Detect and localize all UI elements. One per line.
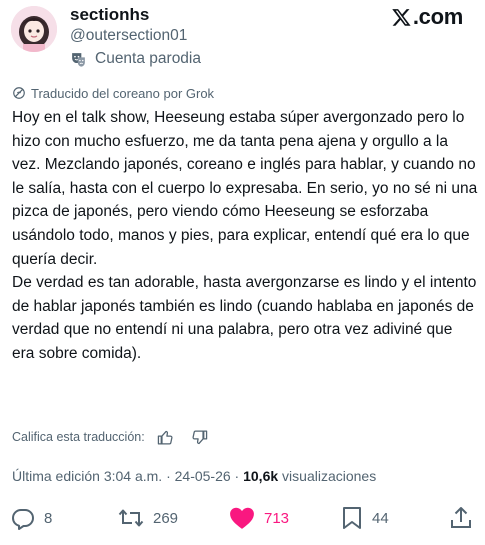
thumbs-up-icon xyxy=(157,430,173,445)
reply-icon xyxy=(12,509,34,530)
logo-domain-text: .com xyxy=(412,4,463,29)
thumbs-down-button[interactable] xyxy=(188,428,212,446)
repost-button[interactable]: 269 xyxy=(118,503,178,533)
post-text: Hoy en el talk show, Heeseung estaba súp… xyxy=(12,106,478,366)
x-logo-icon xyxy=(392,9,411,26)
views-label: visualizaciones xyxy=(278,468,377,484)
repost-icon xyxy=(118,509,144,527)
action-bar: 8 269 713 44 xyxy=(0,503,485,533)
edited-timestamp[interactable]: Última edición 3:04 a.m. · 24-05-26 · xyxy=(12,468,243,484)
repost-count: 269 xyxy=(153,509,179,527)
share-icon xyxy=(451,507,471,528)
bookmark-count: 44 xyxy=(372,509,389,527)
bookmark-button[interactable]: 44 xyxy=(341,503,389,533)
translation-label: Traducido del coreano por Grok xyxy=(31,85,215,101)
avatar[interactable] xyxy=(11,6,57,52)
views-count: 10,6k xyxy=(243,468,279,484)
theater-mask-icon xyxy=(72,52,85,67)
post-meta: Última edición 3:04 a.m. · 24-05-26 · 10… xyxy=(12,468,376,484)
thumbs-up-button[interactable] xyxy=(154,428,178,446)
translation-notice: Traducido del coreano por Grok xyxy=(12,84,214,102)
author-handle[interactable]: @outersection01 xyxy=(70,27,187,45)
post-header: sectionhs @outersection01 Cuenta parodia… xyxy=(0,0,485,76)
rate-translation: Califica esta traducción: xyxy=(12,428,222,446)
author-display-name[interactable]: sectionhs xyxy=(70,5,149,25)
avatar-illustration xyxy=(11,6,57,52)
thumbs-down-icon xyxy=(192,429,208,444)
share-button[interactable] xyxy=(450,503,472,533)
like-button[interactable]: 713 xyxy=(229,503,289,533)
grok-icon xyxy=(13,87,25,99)
parody-label: Cuenta parodia xyxy=(95,50,201,67)
post-paragraph: Hoy en el talk show, Heeseung estaba súp… xyxy=(12,109,478,268)
rate-translation-label: Califica esta traducción: xyxy=(12,430,145,444)
bookmark-icon xyxy=(343,507,361,529)
reply-count: 8 xyxy=(44,509,53,527)
post-paragraph: De verdad es tan adorable, hasta avergon… xyxy=(12,274,477,362)
x-com-logo: .com xyxy=(391,4,463,30)
reply-button[interactable]: 8 xyxy=(11,503,52,533)
heart-icon xyxy=(230,507,254,529)
parody-badge: Cuenta parodia xyxy=(70,49,201,69)
like-count: 713 xyxy=(264,509,290,527)
